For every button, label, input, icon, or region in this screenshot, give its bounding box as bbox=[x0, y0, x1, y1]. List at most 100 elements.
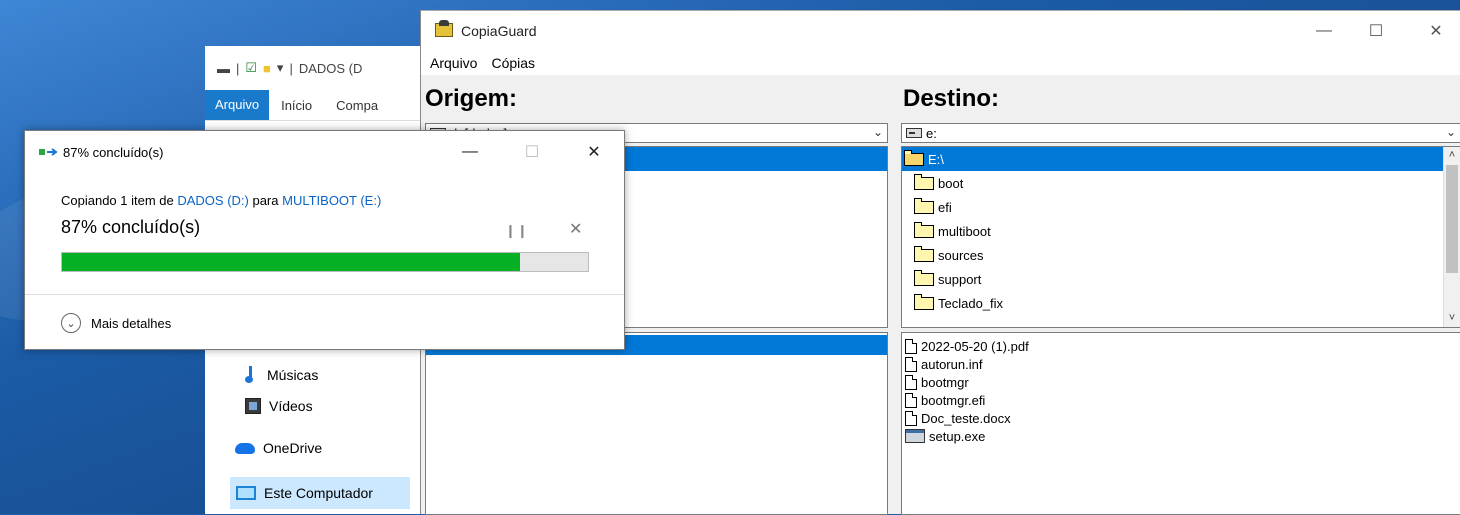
file-name: setup.exe bbox=[929, 428, 986, 444]
document-icon bbox=[905, 374, 917, 390]
chevron-down-icon[interactable]: ⌄ bbox=[1446, 125, 1456, 139]
folder-item[interactable]: Teclado_fix bbox=[902, 291, 1460, 315]
file-item[interactable]: bootmgr bbox=[902, 373, 1460, 391]
folder-icon bbox=[914, 173, 934, 190]
scrollbar-thumb[interactable] bbox=[1446, 165, 1458, 273]
nav-item-onedrive[interactable]: OneDrive bbox=[235, 440, 322, 456]
nav-item-musicas[interactable]: Músicas bbox=[245, 366, 318, 384]
folder-icon bbox=[914, 197, 934, 214]
pc-icon bbox=[236, 486, 256, 500]
folder-label: efi bbox=[938, 199, 952, 215]
copy-progress-dialog: 87% concluído(s) — ☐ ✕ Copiando 1 item d… bbox=[24, 130, 625, 350]
destino-file-list[interactable]: 2022-05-20 (1).pdf autorun.inf bootmgr b… bbox=[901, 332, 1460, 515]
copy-mid: para bbox=[248, 193, 283, 208]
more-details-label: Mais detalhes bbox=[91, 315, 172, 331]
dialog-minimize-button[interactable]: — bbox=[447, 137, 493, 167]
maximize-button[interactable]: ☐ bbox=[1353, 11, 1399, 51]
folder-icon bbox=[914, 221, 934, 238]
chevron-down-icon: ⌄ bbox=[61, 313, 81, 333]
cancel-icon[interactable]: ✕ bbox=[569, 219, 582, 239]
nav-label: Músicas bbox=[267, 367, 319, 383]
pause-icon[interactable]: ❙❙ bbox=[505, 223, 529, 239]
properties-icon[interactable]: ☑ bbox=[245, 60, 257, 76]
folder-label: support bbox=[938, 271, 982, 287]
ribbon-tabs: Arquivo Início Compa bbox=[205, 90, 420, 121]
dialog-close-button[interactable]: ✕ bbox=[571, 137, 617, 167]
close-button[interactable]: ✕ bbox=[1413, 11, 1459, 51]
folder-item-root[interactable]: E:\ bbox=[902, 147, 1445, 171]
file-item[interactable]: autorun.inf bbox=[902, 355, 1460, 373]
origem-header: Origem: bbox=[425, 85, 518, 112]
nav-label: Este Computador bbox=[264, 485, 373, 501]
folder-icon bbox=[914, 269, 934, 286]
menu-bar: Arquivo Cópias bbox=[421, 51, 1460, 75]
destino-header: Destino: bbox=[903, 85, 999, 112]
origem-file-list[interactable] bbox=[425, 332, 888, 515]
copiaguard-app-icon bbox=[435, 20, 453, 37]
nav-item-este-computador[interactable]: Este Computador bbox=[230, 477, 410, 509]
file-item[interactable]: setup.exe bbox=[902, 427, 1460, 445]
tab-inicio[interactable]: Início bbox=[269, 98, 324, 113]
nav-label: OneDrive bbox=[263, 440, 323, 456]
cloud-icon bbox=[235, 442, 255, 454]
document-icon bbox=[905, 410, 917, 426]
progress-bar bbox=[61, 252, 589, 272]
video-icon bbox=[245, 398, 261, 414]
folder-icon bbox=[914, 293, 934, 310]
copy-prefix: Copiando 1 item de bbox=[61, 193, 178, 208]
explorer-title: DADOS (D bbox=[298, 60, 363, 76]
copy-description: Copiando 1 item de DADOS (D:) para MULTI… bbox=[61, 193, 381, 208]
folder-label: multiboot bbox=[938, 223, 991, 239]
folder-item[interactable]: support bbox=[902, 267, 1460, 291]
folder-label: sources bbox=[938, 247, 984, 263]
dialog-title: 87% concluído(s) bbox=[63, 145, 164, 160]
folder-item[interactable]: efi bbox=[902, 195, 1460, 219]
tab-arquivo[interactable]: Arquivo bbox=[205, 90, 270, 120]
divider bbox=[25, 294, 624, 295]
file-item[interactable]: bootmgr.efi bbox=[902, 391, 1460, 409]
folder-item[interactable]: boot bbox=[902, 171, 1460, 195]
drive-icon bbox=[906, 128, 922, 138]
folder-icon bbox=[914, 245, 934, 262]
file-name: autorun.inf bbox=[921, 356, 983, 372]
exe-icon bbox=[905, 429, 925, 443]
source-link[interactable]: DADOS (D:) bbox=[177, 193, 249, 208]
dest-link[interactable]: MULTIBOOT (E:) bbox=[282, 193, 381, 208]
file-name: 2022-05-20 (1).pdf bbox=[921, 338, 1029, 354]
file-name: bootmgr.efi bbox=[921, 392, 986, 408]
customize-icon[interactable]: ▾ bbox=[277, 60, 284, 76]
document-icon bbox=[905, 338, 917, 354]
folder-item[interactable]: multiboot bbox=[902, 219, 1460, 243]
window-title: CopiaGuard bbox=[461, 23, 537, 39]
folder-list-scrollbar[interactable]: ˄ ˅ bbox=[1443, 147, 1460, 327]
folder-item[interactable]: sources bbox=[902, 243, 1460, 267]
scroll-down-icon[interactable]: ˅ bbox=[1444, 310, 1460, 327]
progress-bar-fill bbox=[62, 253, 520, 271]
file-item[interactable]: 2022-05-20 (1).pdf bbox=[902, 337, 1460, 355]
dialog-maximize-button: ☐ bbox=[524, 144, 540, 161]
folder-label: Teclado_fix bbox=[938, 295, 1004, 311]
tab-compartilhar[interactable]: Compa bbox=[324, 98, 390, 113]
destino-pane: Destino: e: ⌄ E:\ boot efi multiboot sou… bbox=[899, 77, 1460, 515]
destino-drive-text: e: bbox=[926, 125, 937, 141]
file-name: bootmgr bbox=[921, 374, 969, 390]
menu-copias[interactable]: Cópias bbox=[491, 55, 535, 71]
file-name: Doc_teste.docx bbox=[921, 410, 1011, 426]
destino-folder-list[interactable]: E:\ boot efi multiboot sources support T… bbox=[901, 146, 1460, 328]
drive-icon[interactable]: ▬ bbox=[217, 61, 230, 76]
folder-label: boot bbox=[938, 175, 964, 191]
menu-arquivo[interactable]: Arquivo bbox=[430, 55, 477, 71]
destino-drive-select[interactable]: e: ⌄ bbox=[901, 123, 1460, 143]
scroll-up-icon[interactable]: ˄ bbox=[1444, 147, 1460, 164]
dialog-title-bar: 87% concluído(s) — ☐ ✕ bbox=[25, 131, 624, 171]
minimize-button[interactable]: — bbox=[1301, 11, 1347, 51]
nav-item-videos[interactable]: Vídeos bbox=[245, 398, 313, 414]
file-item[interactable]: Doc_teste.docx bbox=[902, 409, 1460, 427]
separator: | bbox=[289, 60, 293, 76]
chevron-down-icon[interactable]: ⌄ bbox=[873, 125, 883, 139]
copy-progress-icon bbox=[39, 148, 58, 156]
folder-icon[interactable]: ■ bbox=[263, 61, 271, 76]
more-details-button[interactable]: ⌄ Mais detalhes bbox=[61, 313, 171, 333]
separator: | bbox=[236, 60, 240, 76]
open-folder-icon bbox=[904, 149, 924, 166]
